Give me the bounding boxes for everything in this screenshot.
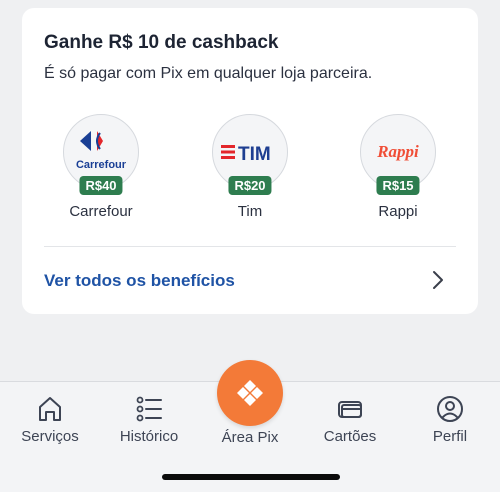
cashback-badge: R$20	[228, 176, 272, 195]
tab-servicos[interactable]: Serviços	[2, 394, 98, 445]
pix-icon	[237, 380, 263, 406]
tab-perfil[interactable]: Perfil	[402, 394, 498, 445]
partner-name: Tim	[237, 203, 263, 220]
partner-name: Carrefour	[69, 203, 133, 220]
cashback-subtitle: É só pagar com Pix em qualquer loja parc…	[44, 65, 373, 82]
chevron-right-icon[interactable]	[428, 270, 448, 290]
tim-logo-text: TIM	[238, 144, 271, 165]
partner-rappi[interactable]: Rappi R$15 Rappi	[338, 114, 458, 220]
tab-label: Histórico	[119, 428, 179, 445]
partner-list: Carrefour R$40 Carrefour TIM R$20 Tim Ra…	[22, 114, 478, 234]
divider	[44, 246, 456, 247]
see-all-benefits-link[interactable]: Ver todos os benefícios	[44, 271, 235, 291]
tab-label: Cartões	[323, 428, 377, 445]
cashback-title: Ganhe R$ 10 de cashback	[44, 32, 279, 53]
tab-cartoes[interactable]: Cartões	[302, 394, 398, 445]
cashback-badge: R$15	[376, 176, 420, 195]
tab-label: Perfil	[432, 428, 468, 445]
partner-carrefour[interactable]: Carrefour R$40 Carrefour	[41, 114, 161, 220]
list-icon	[136, 396, 162, 422]
tab-label: Serviços	[21, 428, 79, 445]
cashback-badge: R$40	[79, 176, 123, 195]
profile-icon	[437, 396, 463, 422]
rappi-logo-text: Rappi	[376, 142, 419, 161]
partner-name: Rappi	[378, 203, 418, 220]
tab-historico[interactable]: Histórico	[101, 394, 197, 445]
partner-tim[interactable]: TIM R$20 Tim	[190, 114, 310, 220]
tab-label-area-pix[interactable]: Área Pix	[200, 429, 300, 446]
house-icon	[39, 397, 61, 421]
cashback-card: Ganhe R$ 10 de cashback É só pagar com P…	[22, 8, 478, 314]
pix-area-button[interactable]	[217, 360, 283, 426]
carrefour-logo-text: Carrefour	[76, 159, 127, 171]
home-indicator	[162, 474, 340, 480]
cards-icon	[338, 401, 362, 418]
